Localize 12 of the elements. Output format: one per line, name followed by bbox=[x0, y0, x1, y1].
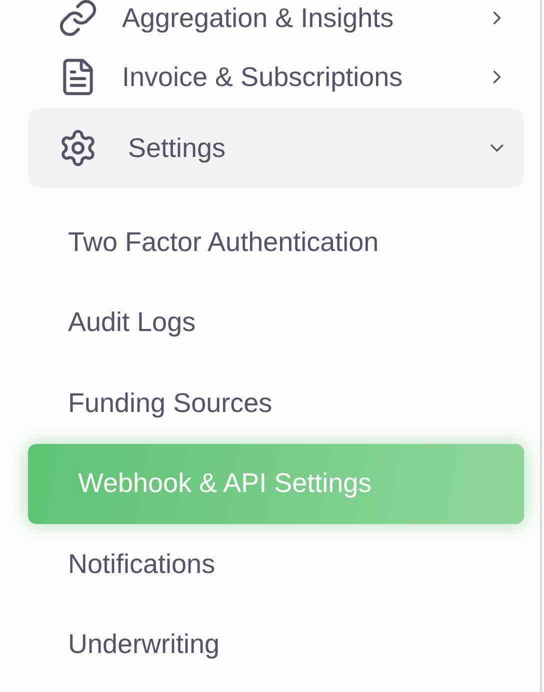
nav-label: Settings bbox=[128, 132, 227, 164]
submenu-item[interactable]: Notifications bbox=[28, 524, 524, 604]
submenu-item[interactable]: Audit Logs bbox=[28, 282, 524, 363]
nav-item[interactable]: Settings bbox=[28, 108, 524, 188]
submenu-item[interactable]: Funding Sources bbox=[28, 363, 524, 444]
nav-label: Invoice & Subscriptions bbox=[122, 62, 404, 92]
submenu-item[interactable]: Two Factor Authentication bbox=[28, 202, 524, 282]
submenu-item[interactable]: Underwriting bbox=[28, 604, 524, 685]
nav-label: Aggregation & Insights bbox=[122, 2, 395, 34]
link-icon bbox=[58, 0, 98, 38]
nav-item[interactable]: Invoice & Subscriptions bbox=[28, 46, 524, 108]
nav-item[interactable]: Aggregation & Insights bbox=[28, 0, 524, 46]
